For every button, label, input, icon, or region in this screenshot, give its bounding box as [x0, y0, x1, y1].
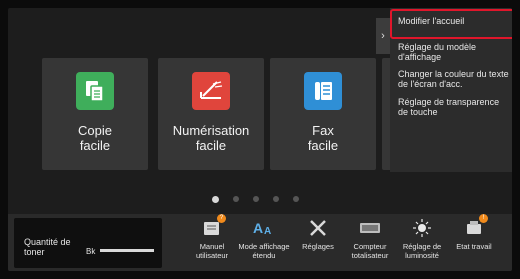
copy-icon	[76, 72, 114, 110]
job-status-icon: !	[460, 214, 488, 240]
bottom-item-counter[interactable]: Compteur totalisateur	[344, 216, 396, 271]
menu-item-key-transparency[interactable]: Réglage de transparence de touche	[398, 97, 510, 117]
page-dot[interactable]	[293, 196, 299, 202]
bottom-item-label: Compteur totalisateur	[351, 242, 389, 260]
page-dot-active[interactable]	[212, 195, 219, 203]
bottom-item-label: Mode affichage étendu	[238, 242, 290, 260]
alert-badge-icon: !	[479, 214, 488, 223]
tile-label-line1: Copie	[78, 123, 112, 138]
bottom-item-label: Réglage de luminosité	[402, 242, 442, 260]
svg-text:A: A	[253, 220, 263, 236]
help-badge-icon: ?	[217, 214, 226, 223]
bottom-item-manual[interactable]: ? Manuel utilisateur	[186, 214, 238, 271]
toner-label: Quantité de toner	[24, 237, 71, 257]
tile-label: Copie facile	[78, 123, 112, 153]
toner-status: Quantité de toner Bk	[14, 218, 162, 268]
bottom-item-label: Réglages	[302, 242, 334, 251]
bottom-item-brightness[interactable]: Réglage de luminosité	[396, 216, 448, 271]
menu-item-text-color[interactable]: Changer la couleur du texte de l'écran d…	[398, 69, 510, 89]
tile-easy-copy[interactable]: Copie facile	[42, 58, 148, 170]
page-dot[interactable]	[233, 196, 239, 202]
page-indicator	[212, 195, 299, 203]
fax-icon	[304, 72, 342, 110]
home-screen: Copie facile Numérisation facile Fax fac…	[8, 8, 512, 271]
page-dot[interactable]	[253, 196, 259, 202]
tile-label-line1: Numérisation	[172, 123, 250, 138]
tile-label: Fax facile	[308, 123, 338, 153]
bottom-item-label: Manuel utilisateur	[195, 242, 229, 260]
menu-item-highlight	[390, 9, 512, 39]
svg-text:A: A	[264, 226, 271, 237]
tile-label: Numérisation facile	[173, 123, 250, 153]
chevron-right-icon: ›	[381, 30, 385, 42]
toner-level-bar	[100, 249, 154, 252]
tile-label-line1: Fax	[312, 123, 334, 138]
panel-collapse-button[interactable]: ›	[376, 18, 390, 54]
brightness-icon	[408, 216, 436, 240]
tile-label-line2: facile	[79, 138, 111, 153]
page-dot[interactable]	[273, 196, 279, 202]
scan-icon	[192, 72, 230, 110]
bottom-item-settings[interactable]: Réglages	[292, 216, 344, 271]
menu-item-display-pattern[interactable]: Réglage du modèle d'affichage	[398, 42, 510, 62]
tile-label-line2: facile	[307, 138, 339, 153]
bottom-item-enlarge-display[interactable]: A A Mode affichage étendu	[238, 216, 290, 271]
tile-easy-scan[interactable]: Numérisation facile	[158, 58, 264, 170]
toner-color-label: Bk	[86, 247, 96, 256]
manual-icon: ?	[198, 214, 226, 240]
bottom-item-job-status[interactable]: ! Etat travail	[448, 214, 500, 271]
tile-easy-fax[interactable]: Fax facile	[270, 58, 376, 170]
bottom-bar: Quantité de toner Bk ? Manuel utilisateu…	[8, 214, 512, 271]
bottom-item-label: Etat travail	[456, 242, 492, 251]
settings-tools-icon	[304, 216, 332, 240]
counter-icon	[356, 216, 384, 240]
enlarge-text-icon: A A	[250, 216, 278, 240]
tile-label-line2: facile	[195, 138, 227, 153]
